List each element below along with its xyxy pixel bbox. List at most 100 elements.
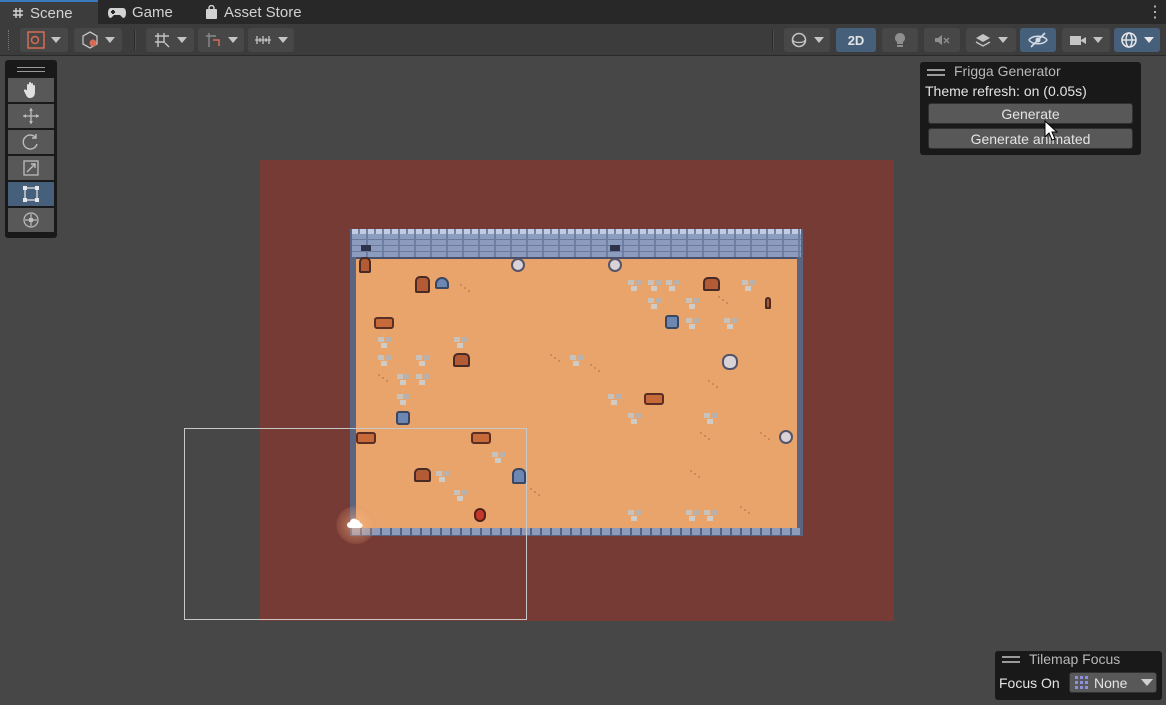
floor-crack	[718, 296, 720, 298]
shopping-bag-icon	[206, 5, 217, 19]
rotate-icon	[22, 134, 38, 150]
hidden-eye-icon	[1028, 32, 1048, 48]
generate-button[interactable]: Generate	[928, 103, 1133, 124]
ruler-dropdown[interactable]	[248, 28, 294, 52]
grid-snap-icon	[155, 33, 170, 48]
dungeon-right-wall	[797, 257, 803, 530]
floor-rock	[742, 280, 748, 285]
helmet-sprite	[511, 258, 525, 272]
focus-on-dropdown[interactable]: None	[1069, 672, 1157, 693]
floor-rock	[628, 280, 634, 285]
increment-snap-icon	[206, 33, 220, 47]
toolbar-grip-icon	[8, 30, 13, 50]
floor-rock	[686, 298, 692, 303]
floor-rock	[378, 355, 384, 360]
transform-combo-icon	[23, 212, 39, 228]
tab-game[interactable]: Game	[108, 0, 173, 24]
floor-crack	[760, 432, 762, 434]
orientation-dropdown[interactable]	[784, 28, 830, 52]
overlay-grip-icon[interactable]	[927, 69, 945, 79]
tab-scene[interactable]: Scene	[0, 0, 98, 24]
spider-sprite	[453, 353, 470, 367]
gamepad-icon	[108, 8, 126, 18]
floor-rock	[416, 355, 422, 360]
crate-sprite	[665, 315, 679, 329]
floor-rock	[454, 337, 460, 342]
floor-rock	[628, 413, 634, 418]
floor-rock	[686, 318, 692, 323]
floor-crack	[740, 506, 742, 508]
layers-icon	[975, 34, 991, 47]
increment-snap-dropdown[interactable]	[198, 28, 244, 52]
lighting-toggle[interactable]	[882, 28, 918, 52]
lightbulb-icon	[895, 33, 905, 47]
gizmo-globe-icon	[1121, 32, 1137, 48]
scene-visibility-toggle[interactable]	[1020, 28, 1056, 52]
hand-icon	[23, 82, 35, 98]
floor-rock	[628, 510, 634, 515]
theme-refresh-status: Theme refresh: on (0.05s)	[925, 83, 1087, 99]
scene-toolbar: 2D	[0, 24, 1166, 56]
selection-rectangle[interactable]	[184, 428, 527, 620]
render-mode-dropdown[interactable]	[74, 28, 122, 52]
tilemap-grid-icon	[1075, 675, 1088, 689]
door-sprite	[415, 276, 430, 293]
move-tool-button[interactable]	[8, 104, 54, 128]
tab-asset-store[interactable]: Asset Store	[205, 0, 302, 24]
cube-icon	[82, 31, 98, 49]
barrel-sprite	[374, 317, 394, 329]
floor-rock	[397, 374, 403, 379]
rect-tool-button[interactable]	[8, 182, 54, 206]
helmet-sprite	[608, 258, 622, 272]
door-sprite	[359, 257, 371, 273]
effects-dropdown[interactable]	[966, 28, 1016, 52]
camera-dropdown[interactable]	[1062, 28, 1110, 52]
floor-crack	[460, 284, 462, 286]
tools-overlay	[5, 60, 57, 238]
gizmos-dropdown[interactable]	[1114, 28, 1160, 52]
floor-rock	[416, 374, 422, 379]
2d-mode-toggle[interactable]: 2D	[836, 28, 876, 52]
scale-tool-button[interactable]	[8, 156, 54, 180]
wall-window	[361, 245, 371, 251]
scale-icon	[23, 160, 39, 176]
tilemap-focus-overlay: Tilemap Focus Focus On None	[995, 651, 1162, 700]
floor-rock	[704, 510, 710, 515]
floor-rock	[397, 394, 403, 399]
chevron-down-icon	[1141, 679, 1154, 686]
crate-sprite	[396, 411, 410, 425]
generate-animated-button[interactable]: Generate animated	[928, 128, 1133, 149]
tab-scene-label: Scene	[30, 4, 73, 22]
window-tab-bar: Scene Game Asset Store ⋮	[0, 0, 1166, 24]
floor-rock	[666, 280, 672, 285]
draw-mode-dropdown[interactable]	[20, 28, 68, 52]
shaded-draw-mode-icon	[27, 31, 45, 49]
ghost-sprite	[722, 354, 738, 370]
wall-window	[610, 245, 620, 251]
tab-game-label: Game	[132, 3, 173, 21]
orbit-icon	[791, 32, 807, 48]
overlay-grip-icon[interactable]	[1002, 656, 1020, 666]
focus-on-label: Focus On	[999, 675, 1060, 691]
audio-toggle[interactable]	[924, 28, 960, 52]
barrel-sprite	[644, 393, 664, 405]
grid-snapping-dropdown[interactable]	[146, 28, 194, 52]
focus-on-value: None	[1094, 674, 1128, 691]
floor-rock	[724, 318, 730, 323]
more-options-icon[interactable]: ⋮	[1147, 2, 1163, 22]
floor-rock	[648, 280, 654, 285]
mouse-cursor-icon	[1044, 120, 1058, 141]
overlay-grip-icon[interactable]	[17, 67, 45, 75]
hand-tool-button[interactable]	[8, 78, 54, 102]
floor-rock	[570, 355, 576, 360]
rotate-tool-button[interactable]	[8, 130, 54, 154]
floor-crack	[690, 470, 692, 472]
speaker-muted-icon	[935, 35, 950, 45]
camera-icon	[1070, 36, 1086, 45]
floor-crack	[530, 488, 532, 490]
spider-sprite	[703, 277, 720, 291]
floor-rock	[648, 298, 654, 303]
wall-battlement	[352, 229, 801, 234]
transform-tool-button[interactable]	[8, 208, 54, 232]
floor-crack	[378, 374, 380, 376]
